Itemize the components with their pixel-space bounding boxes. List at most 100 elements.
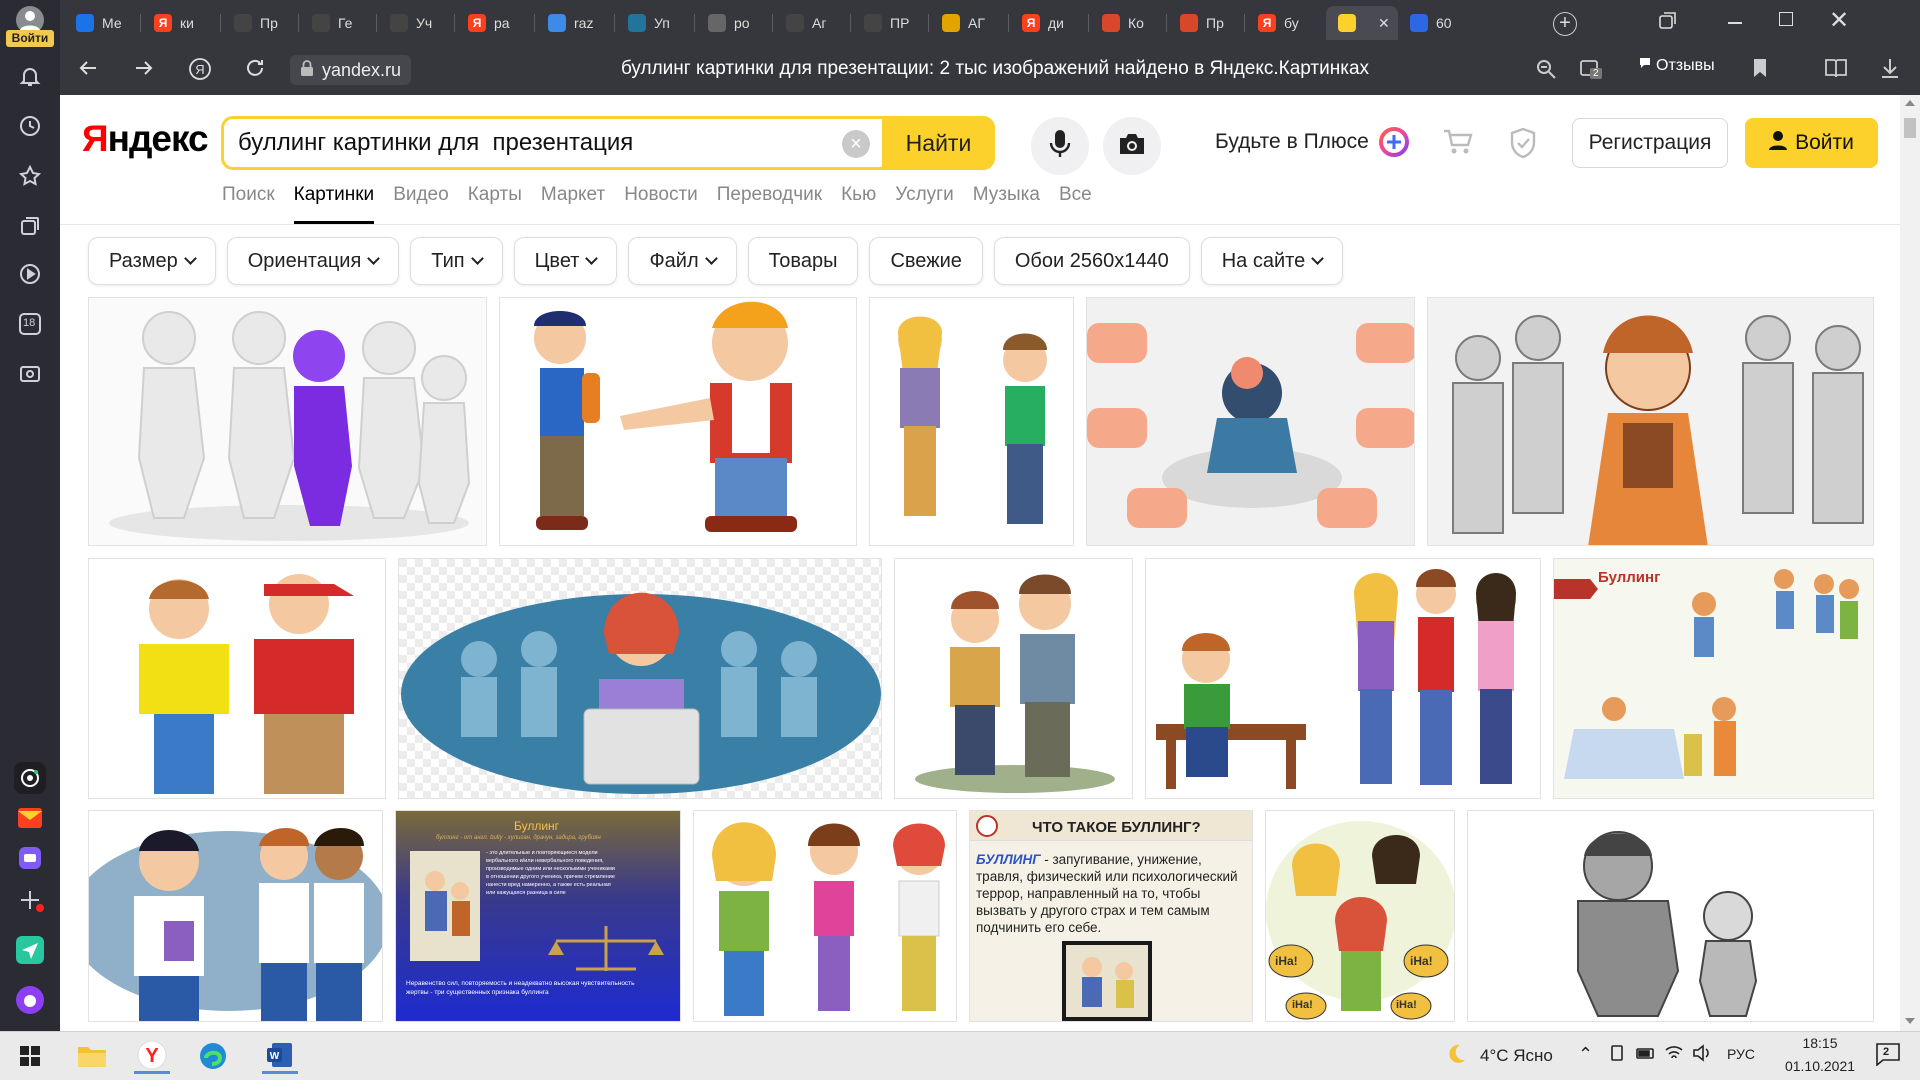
tray-battery-icon[interactable] (1636, 1044, 1656, 1066)
vertical-scrollbar[interactable] (1900, 95, 1920, 1031)
filter-chip-8[interactable]: На сайте (1200, 237, 1344, 285)
result-image-5[interactable] (1427, 297, 1874, 546)
image-search-button[interactable] (1103, 117, 1161, 175)
tab-4[interactable]: Уч (378, 6, 456, 40)
tab-14[interactable]: Пр (1168, 6, 1246, 40)
service-tab-0[interactable]: Поиск (222, 184, 275, 214)
filter-chip-2[interactable]: Тип (410, 237, 503, 285)
filter-chip-6[interactable]: Свежие (869, 237, 983, 285)
service-tab-3[interactable]: Карты (468, 184, 522, 214)
windows-start-icon[interactable] (12, 1038, 48, 1074)
download-icon[interactable] (1880, 57, 1900, 84)
minimize-icon[interactable] (1728, 22, 1742, 24)
scroll-down-icon[interactable] (1905, 1018, 1915, 1024)
voice-search-button[interactable] (1031, 117, 1089, 175)
star-icon[interactable] (14, 160, 46, 192)
tab-2[interactable]: Пр (222, 6, 300, 40)
file-explorer-icon[interactable] (74, 1038, 110, 1074)
back-icon[interactable] (78, 58, 98, 83)
tab-0[interactable]: Ме (64, 6, 142, 40)
filter-chip-4[interactable]: Файл (628, 237, 737, 285)
result-image-15[interactable]: iHa! iHa! iHa! iHa! (1265, 810, 1455, 1022)
edge-icon[interactable] (195, 1038, 231, 1074)
tab-17[interactable]: 60 (1398, 6, 1478, 40)
tray-device-icon[interactable] (1608, 1044, 1626, 1066)
tray-volume-icon[interactable] (1692, 1044, 1712, 1066)
service-tab-9[interactable]: Музыка (973, 184, 1040, 214)
service-tab-2[interactable]: Видео (393, 184, 449, 214)
tab-7[interactable]: Уп (616, 6, 696, 40)
clock-date[interactable]: 01.10.2021 (1776, 1058, 1864, 1074)
tab-5[interactable]: Яра (456, 6, 536, 40)
zoom-search-icon[interactable] (1535, 58, 1557, 85)
history-icon[interactable] (14, 110, 46, 142)
url-field[interactable]: yandex.ru (290, 55, 412, 85)
result-image-11[interactable] (88, 810, 383, 1022)
clock-time[interactable]: 18:15 (1780, 1035, 1860, 1051)
reviews-button[interactable]: Отзывы (1638, 56, 1715, 75)
yandex-logo[interactable]: Яндекс (82, 118, 209, 160)
tab-9[interactable]: Аг (774, 6, 852, 40)
bell-icon[interactable] (14, 60, 46, 92)
service-tab-5[interactable]: Новости (624, 184, 698, 214)
notifications-icon[interactable]: 2 (1875, 1042, 1901, 1070)
tab-3[interactable]: Ге (300, 6, 378, 40)
result-image-7[interactable] (398, 558, 882, 799)
scrollbar-thumb[interactable] (1904, 118, 1916, 138)
service-tab-4[interactable]: Маркет (541, 184, 605, 214)
restore-icon[interactable] (1779, 12, 1793, 26)
register-button[interactable]: Регистрация (1572, 118, 1728, 168)
result-image-10[interactable]: Буллинг (1553, 558, 1874, 799)
tab-12[interactable]: Яди (1010, 6, 1090, 40)
cart-icon[interactable] (1443, 129, 1473, 160)
scroll-up-icon[interactable] (1905, 100, 1915, 106)
tab-15[interactable]: Ябу (1246, 6, 1326, 40)
tray-network-icon[interactable] (1664, 1044, 1684, 1066)
filter-chip-3[interactable]: Цвет (513, 237, 618, 285)
alice-icon[interactable] (14, 984, 46, 1016)
result-image-3[interactable] (869, 297, 1074, 546)
reading-list-icon[interactable] (1824, 57, 1848, 84)
filter-chip-7[interactable]: Обои 2560x1440 (993, 237, 1190, 285)
send-icon[interactable] (14, 934, 46, 966)
weather-moon-icon[interactable] (1444, 1042, 1468, 1071)
close-tab-icon[interactable]: ✕ (1378, 15, 1390, 32)
login-button[interactable]: Войти (1745, 118, 1878, 168)
reload-icon[interactable] (244, 57, 266, 84)
tab-16[interactable]: ✕ (1326, 6, 1398, 40)
keyboard-language[interactable]: РУС (1727, 1046, 1755, 1062)
result-image-16[interactable] (1467, 810, 1874, 1022)
tab-10[interactable]: ПР (852, 6, 930, 40)
new-tab-icon[interactable]: + (1553, 12, 1577, 36)
service-tab-8[interactable]: Услуги (895, 184, 953, 214)
tab-6[interactable]: raz (536, 6, 616, 40)
result-image-4[interactable] (1086, 297, 1415, 546)
find-button[interactable]: Найти (882, 116, 995, 170)
clear-search-icon[interactable]: × (842, 130, 870, 158)
service-tab-10[interactable]: Все (1059, 184, 1092, 214)
mail-icon[interactable] (14, 802, 46, 834)
tabs-overview-icon[interactable] (1658, 11, 1678, 36)
forward-icon[interactable] (134, 58, 154, 83)
screenshot-icon[interactable] (14, 358, 46, 390)
protect-shield-icon[interactable] (1509, 127, 1537, 164)
filter-chip-1[interactable]: Ориентация (226, 237, 400, 285)
tab-8[interactable]: ро (696, 6, 774, 40)
yandex-home-icon[interactable]: Я (188, 57, 212, 86)
service-tab-7[interactable]: Кью (841, 184, 876, 214)
play-icon[interactable] (14, 258, 46, 290)
close-window-icon[interactable]: ✕ (1829, 6, 1849, 35)
search-input[interactable] (238, 127, 798, 159)
add-panel-icon[interactable] (14, 884, 46, 916)
service-tab-6[interactable]: Переводчик (717, 184, 822, 214)
result-image-9[interactable] (1145, 558, 1541, 799)
tray-chevron-up-icon[interactable]: ⌃ (1578, 1044, 1593, 1065)
collections-icon[interactable] (14, 210, 46, 242)
tab-13[interactable]: Ко (1090, 6, 1168, 40)
downloads-badge-icon[interactable]: 2 (1578, 56, 1604, 87)
tab-1[interactable]: Яки (142, 6, 222, 40)
result-image-14[interactable]: ЧТО ТАКОЕ БУЛЛИНГ? БУЛЛИНГ - запугивание… (969, 810, 1253, 1022)
result-image-13[interactable] (693, 810, 957, 1022)
plus-logo-icon[interactable] (1379, 127, 1409, 162)
bookmark-icon[interactable] (1752, 58, 1768, 83)
